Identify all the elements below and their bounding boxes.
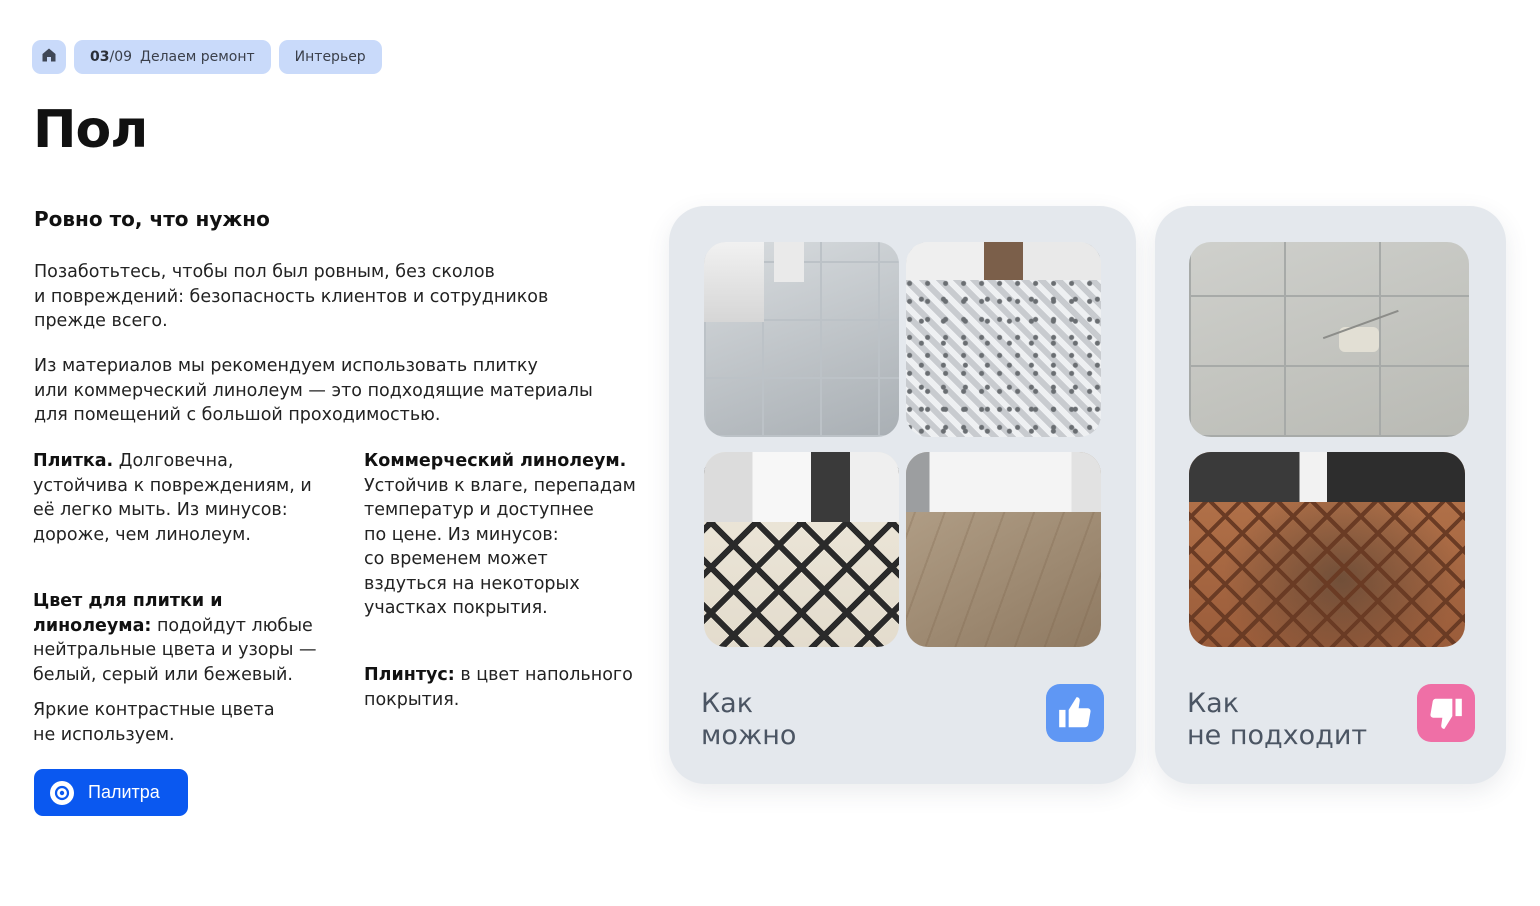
palette-icon [50,780,74,805]
materials-paragraph: Из материалов мы рекомендуем использоват… [34,356,593,425]
tile-description: Плитка. Долговечна, устойчива к поврежде… [33,449,333,547]
step-total: /09 [109,49,133,65]
good-examples-card: Как можно [669,206,1136,784]
photo-cracked-tile-floor [1189,242,1469,437]
good-card-label: Как можно [701,688,797,751]
plinth-description: Плинтус: в цвет напольного покрытия. [364,663,644,712]
home-icon [41,47,57,67]
intro-paragraph: Позаботьтесь, чтобы пол был ровным, без … [34,262,549,331]
color-description: Цвет для плитки и линолеума: подойдут лю… [33,589,333,687]
linoleum-heading: Коммерческий линолеум. [364,451,627,471]
section-subtitle: Ровно то, что нужно [34,207,270,231]
plinth-heading: Плинтус: [364,665,455,685]
bad-card-label: Как не подходит [1187,688,1368,751]
photo-gray-tile-floor [704,242,899,437]
breadcrumb-section[interactable]: Интерьер [278,40,382,74]
page-title: Пол [33,100,148,160]
photo-patterned-tile-floor [906,242,1101,437]
tile-heading: Плитка. [33,451,114,471]
photo-wood-linoleum-floor [906,452,1101,647]
step-number: 03 [90,49,110,65]
photo-checkered-tile-floor [704,452,899,647]
palette-button[interactable]: Палитра [34,769,188,816]
breadcrumb: 03 /09 Делаем ремонт Интерьер [32,40,382,74]
photo-worn-brown-linoleum [1189,452,1465,647]
home-button[interactable] [32,40,66,74]
thumbs-up-icon [1046,684,1104,742]
thumbs-down-icon [1417,684,1475,742]
breadcrumb-step[interactable]: 03 /09 Делаем ремонт [74,40,271,74]
bad-examples-card: Как не подходит [1155,206,1506,784]
linoleum-description: Коммерческий линолеум. Устойчив к влаге,… [364,449,644,621]
bright-colors-note: Яркие контрастные цвета не используем. [33,700,275,745]
linoleum-text: Устойчив к влаге, перепадам температур и… [364,475,636,619]
palette-button-label: Палитра [88,782,160,802]
step-label: Делаем ремонт [140,49,255,65]
